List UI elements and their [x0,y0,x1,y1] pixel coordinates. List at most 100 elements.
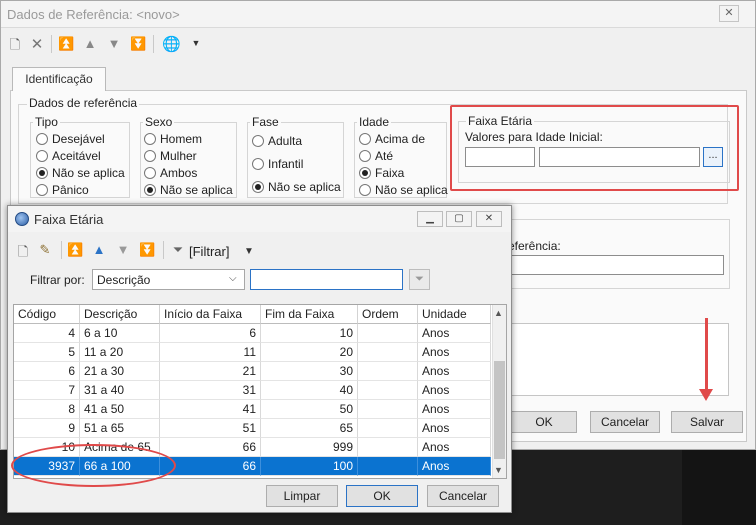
table-cell: 31 a 40 [80,381,160,400]
table-cell [358,381,418,400]
table-cell: 10 [261,324,358,343]
table-cell: 41 a 50 [80,400,160,419]
close-icon[interactable]: ✕ [719,5,739,22]
edit-icon[interactable]: ✎ [37,242,53,258]
sexo-title: Sexo [143,115,175,129]
chevron-down-icon[interactable]: ▼ [188,38,204,48]
idade-faixa-radio[interactable]: Faixa [359,166,404,180]
scroll-up-icon[interactable]: ▲ [494,308,503,318]
table-cell: 40 [261,381,358,400]
table-cell [358,400,418,419]
sexo-nao-se-aplica-radio[interactable]: Não se aplica [144,183,233,197]
first-record-icon[interactable]: ⏫ [58,36,74,52]
table-row[interactable]: 5 11 a 20 11 20 Anos [14,343,491,362]
table-row[interactable]: 46 a 10 6 10 Anos [14,324,491,343]
table-cell: 4 [14,324,80,343]
filtrar-button[interactable]: [Filtrar] [189,244,229,259]
table-cell [358,343,418,362]
next-record-icon[interactable]: ▼ [106,36,122,51]
table-row[interactable]: 7 31 a 40 31 40 Anos [14,381,491,400]
table-row[interactable]: 9 51 a 65 51 65 Anos [14,419,491,438]
dialog-close-icon[interactable]: ✕ [476,211,502,227]
filter-search-input[interactable] [250,269,403,290]
table-cell: Anos [418,362,491,381]
fase-adulta-radio[interactable]: Adulta [252,134,302,148]
tipo-panico-radio[interactable]: Pânico [36,183,89,197]
next-record-icon[interactable]: ▼ [115,242,131,257]
table-cell: 65 [261,419,358,438]
fase-nao-se-aplica-radio[interactable]: Não se aplica [252,180,341,194]
idade-title: Idade [357,115,392,129]
minimize-icon[interactable]: ▁ [417,211,443,227]
chevron-down-icon[interactable]: ▼ [244,246,254,257]
filter-field-value: Descrição [97,273,151,287]
delete-icon[interactable]: ✕ [29,35,45,53]
new-document-icon[interactable]: 🗋 [7,36,23,58]
grid-column-header[interactable]: Início da Faixa [160,305,261,324]
tipo-nao-se-aplica-radio[interactable]: Não se aplica [36,166,125,180]
main-toolbar: 🗋 ✕ ⏫ ▲ ▼ ⏬ 🌐 ▼ [1,29,755,59]
annotation-arrow-head [699,389,713,401]
idade-acima-de-radio[interactable]: Acima de [359,132,425,146]
grid-column-header[interactable]: Ordem [358,305,418,324]
previous-record-icon[interactable]: ▲ [82,36,98,51]
window-title-bar: Dados de Referência: <novo> [1,1,755,28]
table-cell: 11 [160,343,261,362]
annotation-highlight-box [450,105,739,191]
sexo-mulher-radio[interactable]: Mulher [144,149,197,163]
dialog-cancel-button[interactable]: Cancelar [427,485,499,507]
globe-icon[interactable]: 🌐 [162,35,181,53]
table-cell: 5 [14,343,80,362]
clear-button[interactable]: Limpar [266,485,338,507]
filter-field-select[interactable]: Descrição ⌵ [92,269,245,290]
maximize-icon[interactable]: ▢ [446,211,472,227]
sexo-homem-radio[interactable]: Homem [144,132,202,146]
last-record-icon[interactable]: ⏬ [130,36,146,52]
tab-identificacao[interactable]: Identificação [12,67,106,91]
dialog-title: Faixa Etária [34,212,104,227]
table-cell: 7 [14,381,80,400]
grid-scrollbar-thumb[interactable] [494,361,505,459]
previous-record-icon[interactable]: ▲ [91,242,107,257]
tipo-aceitavel-radio[interactable]: Aceitável [36,149,101,163]
notes-textarea[interactable] [508,323,729,396]
table-cell: 6 [14,362,80,381]
new-document-icon[interactable]: 🗋 [15,243,31,265]
first-record-icon[interactable]: ⏫ [67,242,83,258]
main-ok-button[interactable]: OK [511,411,577,433]
table-cell: 21 a 30 [80,362,160,381]
table-cell: 51 a 65 [80,419,160,438]
main-save-button[interactable]: Salvar [671,411,743,433]
dialog-ok-button[interactable]: OK [346,485,418,507]
last-record-icon[interactable]: ⏬ [139,242,155,258]
annotation-highlight-oval [11,444,176,487]
main-cancel-button[interactable]: Cancelar [590,411,660,433]
dialog-toolbar: 🗋 ✎ ⏫ ▲ ▼ ⏬ ⏷ [8,236,511,264]
group-title: Dados de referência [27,96,140,110]
table-cell: 50 [261,400,358,419]
grid-column-header[interactable]: Fim da Faixa [261,305,358,324]
grid-column-header[interactable]: Descrição [80,305,160,324]
app-icon [15,212,29,226]
table-row[interactable]: 6 21 a 30 21 30 Anos [14,362,491,381]
idade-nao-se-aplica-radio[interactable]: Não se aplica [359,183,448,197]
table-row[interactable]: 8 41 a 50 41 50 Anos [14,400,491,419]
scroll-down-icon[interactable]: ▼ [494,465,503,475]
table-cell: 11 a 20 [80,343,160,362]
grid-column-header[interactable]: Unidade [418,305,491,324]
fase-infantil-radio[interactable]: Infantil [252,157,303,171]
table-cell: 999 [261,438,358,457]
tipo-desejavel-radio[interactable]: Desejável [36,132,105,146]
table-cell: Anos [418,324,491,343]
table-cell: Anos [418,400,491,419]
table-cell: Anos [418,457,491,476]
grid-column-header[interactable]: Código [14,305,80,324]
table-cell [358,457,418,476]
apply-filter-icon[interactable]: ⏷ [409,269,430,290]
referencia-input[interactable] [508,255,724,275]
sexo-ambos-radio[interactable]: Ambos [144,166,197,180]
table-cell: 51 [160,419,261,438]
table-cell: 6 a 10 [80,324,160,343]
idade-ate-radio[interactable]: Até [359,149,393,163]
filter-icon[interactable]: ⏷ [170,242,186,258]
